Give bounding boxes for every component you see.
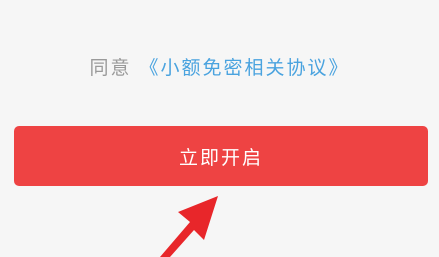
enable-now-button[interactable]: 立即开启 [14, 126, 428, 186]
agreement-link[interactable]: 《小额免密相关协议》 [140, 57, 350, 79]
enable-now-button-label: 立即开启 [178, 146, 263, 169]
agreement-line: 同意 《小额免密相关协议》 [0, 54, 439, 82]
agreement-prefix: 同意 [89, 57, 132, 79]
